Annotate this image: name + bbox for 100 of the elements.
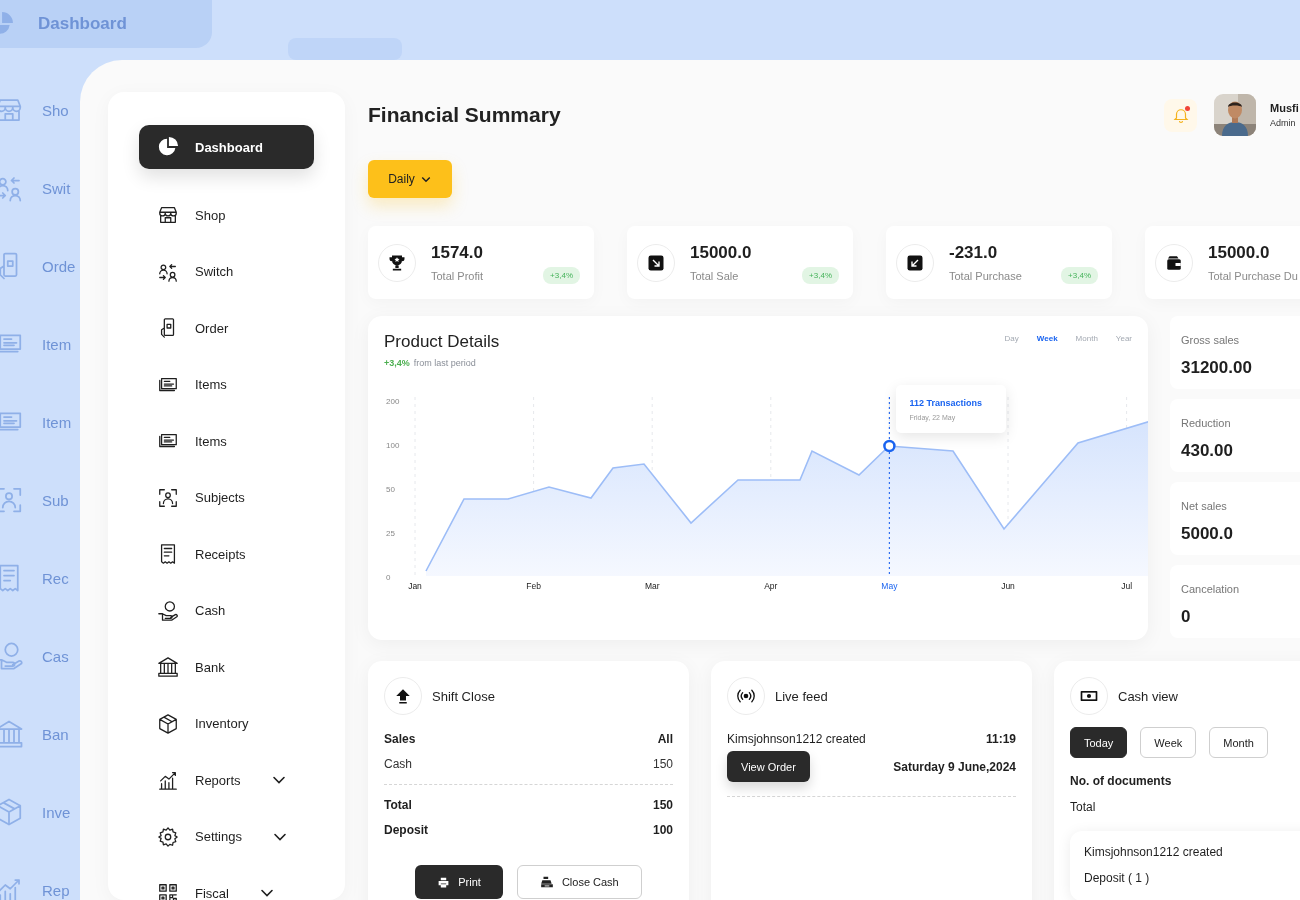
row-value: 150: [652, 756, 673, 771]
pie-chart-icon: [157, 136, 179, 158]
stat-label: Gross sales: [1181, 334, 1241, 346]
stat-label: Cancelation: [1181, 583, 1241, 595]
faded-label: Item: [42, 335, 72, 353]
period-tab[interactable]: Today: [1070, 727, 1128, 758]
coin-hand-icon: [157, 599, 179, 622]
stat-value: 31200.00: [1181, 358, 1253, 378]
faded-label: Orde: [42, 257, 76, 275]
stat-value: 15000.0: [690, 243, 752, 263]
stat-value: 1574.0: [431, 243, 483, 263]
axis-label: Jun: [1001, 581, 1015, 591]
bank-icon: [0, 719, 24, 749]
cash-register-icon: [539, 875, 554, 889]
sidebar-item[interactable]: Inventory: [139, 695, 314, 752]
axis-label: Jul: [1121, 581, 1133, 591]
total-label: Total: [1070, 800, 1097, 814]
sidebar-item[interactable]: Receipts: [139, 526, 314, 583]
documents-label: No. of documents: [1070, 774, 1173, 788]
wallet-icon: [1165, 253, 1183, 272]
faded-label: Sho: [42, 101, 69, 119]
row-label: Sales: [384, 732, 416, 747]
point-marker: [883, 439, 896, 453]
settings-icon: [157, 825, 179, 848]
bank-icon: [157, 656, 179, 679]
upload-arrow-icon: [394, 687, 412, 705]
row-value: 150: [652, 798, 673, 813]
axis-label: May: [881, 581, 898, 591]
stat-label: Total Profit: [431, 270, 483, 282]
person-frame-icon: [0, 485, 24, 515]
sidebar-item[interactable]: Items: [139, 356, 314, 413]
faded-label: Inve: [42, 803, 71, 821]
row-value: 100: [652, 822, 673, 837]
printer-icon: [437, 875, 451, 889]
sidebar-item[interactable]: Bank: [139, 639, 314, 696]
period-dropdown[interactable]: Daily: [368, 160, 452, 198]
sidebar-item[interactable]: Order: [139, 300, 314, 357]
stat-value: 5000.0: [1181, 524, 1234, 544]
change-badge: +3,4%: [802, 267, 839, 284]
stat-value: 15000.0: [1208, 243, 1271, 263]
axis-label: Mar: [644, 581, 660, 591]
axis-label: 100: [386, 441, 400, 450]
faded-label: Ban: [42, 725, 69, 743]
bar-chart-icon: [157, 769, 179, 792]
entry-detail: Deposit ( 1 ): [1084, 871, 1151, 885]
axis-label: Feb: [526, 581, 541, 591]
coin-hand-icon: [0, 641, 24, 671]
person-frame-icon: [157, 486, 179, 509]
stat-label: Reduction: [1181, 417, 1232, 429]
sidebar-item[interactable]: Dashboard: [139, 125, 314, 169]
feed-time: 11:19: [985, 732, 1016, 746]
faded-label: Rec: [42, 569, 69, 587]
axis-label: 25: [386, 529, 395, 538]
sidebar-item[interactable]: Shop: [139, 187, 314, 244]
sidebar-item[interactable]: Switch: [139, 243, 314, 300]
axis-label: Apr: [764, 581, 778, 591]
action-button[interactable]: Print: [415, 865, 503, 899]
page-title: Financial Summary: [368, 103, 562, 127]
card-title: Shift Close: [432, 688, 495, 704]
entry-text: Kimsjohnson1212 created: [1084, 845, 1224, 859]
sidebar-item[interactable]: Cash: [139, 582, 314, 639]
stat-label: Total Purchase: [949, 270, 1022, 282]
sidebar-item[interactable]: Items: [139, 413, 314, 470]
box-icon: [157, 712, 179, 735]
qr-code-icon: [157, 882, 179, 900]
faded-label: Item: [42, 413, 72, 431]
stat-label: Total Purchase Du: [1208, 270, 1298, 282]
stat-value: 430.00: [1181, 441, 1234, 461]
card-title: Cash view: [1118, 688, 1178, 704]
stat-value: -231.0: [949, 243, 999, 263]
sidebar-item[interactable]: Subjects: [139, 469, 314, 526]
sidebar-item[interactable]: Reports: [139, 752, 314, 809]
row-value: All: [657, 732, 673, 747]
box-icon: [0, 797, 24, 827]
axis-label: 50: [386, 485, 395, 494]
sidebar-item[interactable]: Settings: [139, 808, 314, 865]
axis-label: 0: [386, 573, 391, 582]
range-tab[interactable]: Week: [1036, 334, 1058, 385]
feed-date: Saturday 9 June,2024: [893, 759, 1016, 774]
change-note: from last period: [413, 358, 476, 368]
row-label: Total: [384, 798, 412, 813]
tooltip-title: 112 Transactions: [909, 397, 983, 408]
user-role: Admin: [1270, 118, 1297, 128]
stat-label: Total Sale: [690, 270, 740, 282]
view-order-button[interactable]: View Order: [727, 751, 810, 782]
change-badge: +3,4%: [1061, 267, 1098, 284]
period-tab[interactable]: Week: [1140, 727, 1197, 758]
action-button[interactable]: Close Cash: [516, 865, 642, 899]
arrow-down-right-icon: [647, 253, 665, 272]
bell-icon: [1171, 106, 1190, 124]
sidebar-item[interactable]: Fiscal: [139, 865, 314, 900]
faded-label: Cas: [42, 647, 69, 665]
period-tab[interactable]: Month: [1209, 727, 1268, 758]
row-label: Deposit: [384, 822, 428, 837]
feed-text: Kimsjohnson1212 created: [727, 732, 866, 746]
faded-label: Swit: [42, 179, 71, 197]
row-label: Cash: [384, 756, 412, 771]
faded-label: Rep: [42, 881, 70, 899]
card-title: Product Details: [384, 332, 500, 352]
user-name: Musfi: [1270, 102, 1300, 114]
